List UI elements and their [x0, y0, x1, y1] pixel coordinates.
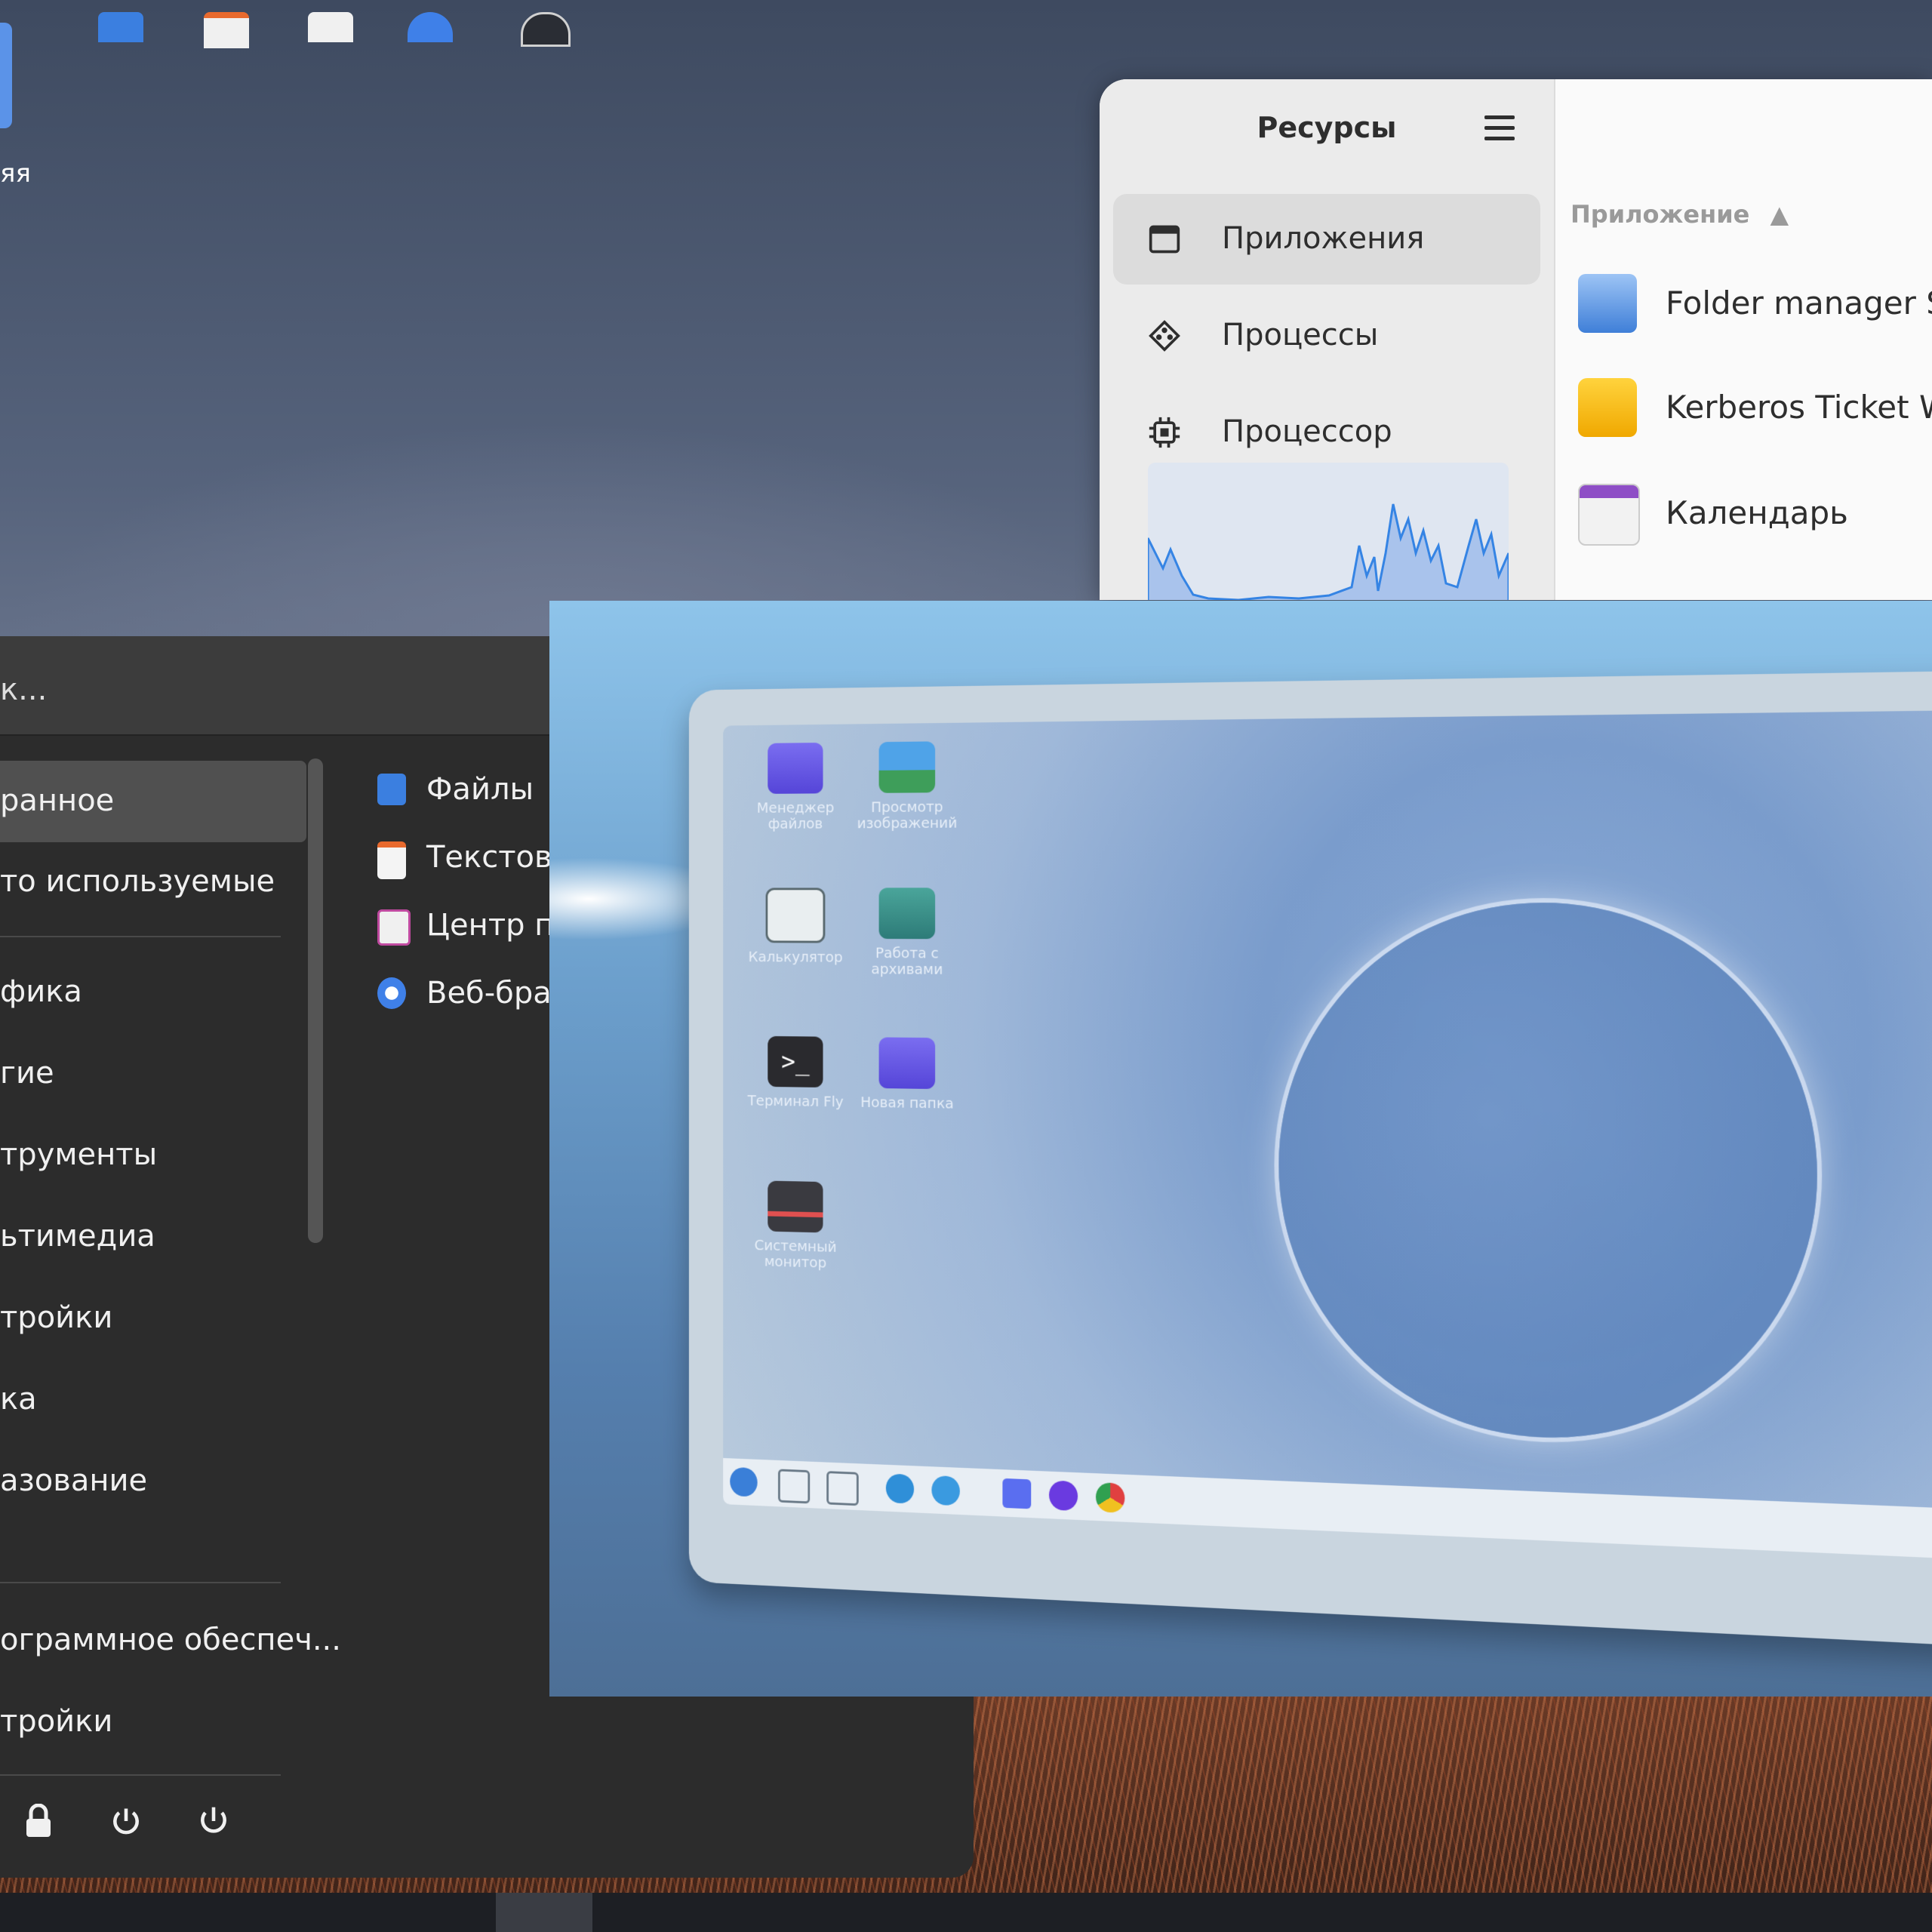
folder-icon[interactable] — [1002, 1478, 1031, 1509]
category-system-settings[interactable]: тройки — [0, 1681, 306, 1763]
calendar-icon — [1578, 484, 1640, 546]
column-header-application[interactable]: Приложение ▲ — [1571, 200, 1789, 229]
desktop-icon-archive[interactable]: Работа с архивами — [851, 888, 964, 977]
hamburger-menu-icon[interactable] — [1484, 115, 1515, 141]
menu-separator — [0, 1774, 281, 1776]
nav-item-label: Приложения — [1222, 221, 1424, 256]
resources-main: Приложение ▲ Folder manager Se Kerberos … — [1555, 79, 1932, 600]
category-software[interactable]: ограммное обеспеч... — [0, 1600, 306, 1681]
archive-icon — [879, 888, 936, 939]
text-editor-icon[interactable] — [204, 12, 249, 48]
lock-icon — [1578, 378, 1637, 437]
web-browser-icon — [377, 977, 406, 1009]
category-science[interactable]: ка — [0, 1359, 306, 1441]
browser-swirl-icon[interactable] — [931, 1475, 959, 1506]
desktop-icon-image-viewer[interactable]: Просмотр изображений — [851, 741, 964, 831]
menu-separator — [0, 936, 281, 937]
telegram-icon[interactable] — [886, 1473, 914, 1503]
nav-item-label: Процессы — [1222, 318, 1378, 352]
cpu-usage-graph — [1148, 463, 1509, 600]
text-editor-icon — [377, 841, 406, 879]
system-monitor-icon — [768, 1181, 823, 1233]
nav-item-applications[interactable]: Приложения — [1113, 194, 1540, 285]
category-education[interactable]: азование — [0, 1441, 306, 1522]
nav-item-label: Процессор — [1222, 414, 1392, 449]
laptop-illustration: Менеджер файлов Просмотр изображений Кал… — [689, 669, 1932, 1654]
window-icon — [1148, 223, 1181, 256]
laptop-taskbar — [723, 1458, 1932, 1566]
resources-sidebar: Ресурсы Приложения Процессы Процессор — [1100, 79, 1555, 600]
chrome-icon[interactable] — [1096, 1482, 1124, 1513]
image-viewer-icon — [879, 741, 936, 792]
app-row[interactable]: Folder manager Se — [1571, 260, 1932, 343]
app-row[interactable]: Kerberos Ticket Wa — [1571, 365, 1932, 448]
screenshot-preview: Менеджер файлов Просмотр изображений Кал… — [549, 601, 1932, 1697]
files-icon[interactable] — [98, 12, 143, 42]
folder-manager-icon — [1578, 274, 1637, 333]
processes-icon — [1148, 319, 1181, 352]
terminal-icon: >_ — [768, 1036, 823, 1088]
app-store-icon[interactable] — [1049, 1480, 1078, 1511]
category-settings[interactable]: тройки — [0, 1278, 306, 1359]
desktop-icon-label: яя — [0, 158, 31, 189]
files-icon — [377, 774, 406, 805]
category-tools[interactable]: трументы — [0, 1115, 306, 1196]
desktop-icon-file-manager[interactable]: Менеджер файлов — [740, 743, 851, 832]
nav-item-processes[interactable]: Процессы — [1113, 291, 1540, 381]
web-browser-icon[interactable] — [408, 12, 453, 42]
resources-window: Ресурсы Приложения Процессы Процессор Пр… — [1100, 79, 1932, 600]
category-graphics[interactable]: фика — [0, 952, 306, 1033]
menu-separator — [0, 1582, 281, 1583]
menu-scrollbar[interactable] — [308, 758, 323, 1243]
desktop-file-icon[interactable] — [0, 23, 12, 128]
cpu-icon — [1148, 416, 1181, 449]
app-center-icon — [377, 909, 411, 946]
system-monitor-icon[interactable] — [521, 12, 571, 47]
category-other[interactable]: гие — [0, 1033, 306, 1115]
laptop-screen: Менеджер файлов Просмотр изображений Кал… — [723, 709, 1932, 1566]
desktop-icon-system-monitor[interactable]: Системный монитор — [740, 1180, 851, 1272]
category-frequent[interactable]: то используемые — [0, 841, 306, 923]
folder-icon — [768, 743, 823, 794]
planet-illustration — [1278, 903, 1817, 1447]
calculator-icon — [766, 888, 826, 943]
sort-ascending-icon: ▲ — [1770, 200, 1789, 229]
category-favorites[interactable]: ранное — [0, 761, 306, 842]
lock-icon[interactable] — [20, 1804, 57, 1841]
category-multimedia[interactable]: ьтимедиа — [0, 1196, 306, 1278]
desktop-icon-terminal[interactable]: >_ Терминал Fly — [740, 1036, 851, 1110]
windows-icon[interactable] — [778, 1469, 810, 1503]
taskbar — [0, 1893, 1932, 1932]
restart-icon[interactable] — [107, 1804, 145, 1841]
app-center-icon[interactable] — [308, 12, 353, 42]
app-row[interactable]: Календарь — [1571, 470, 1932, 553]
folder-outline-icon[interactable] — [826, 1471, 858, 1506]
power-icon[interactable] — [195, 1804, 232, 1841]
taskbar-active-highlight — [496, 1893, 592, 1932]
star-icon[interactable] — [730, 1467, 757, 1497]
desktop-icon-calculator[interactable]: Калькулятор — [740, 888, 851, 964]
desktop-icon-new-folder[interactable]: Новая папка — [851, 1037, 964, 1112]
menu-search-field[interactable]: к... — [0, 636, 551, 736]
folder-icon — [879, 1037, 936, 1089]
